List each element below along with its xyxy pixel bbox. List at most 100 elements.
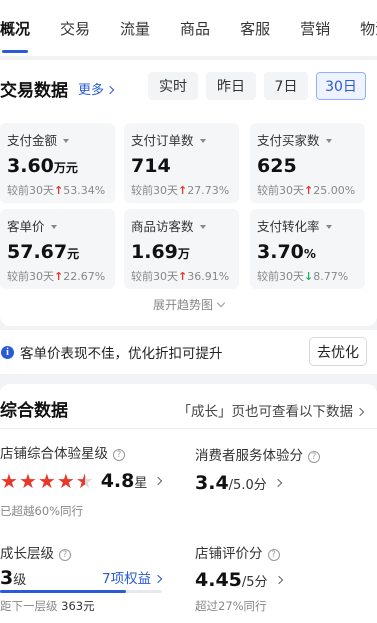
growth-progress-bar <box>0 590 162 593</box>
store-review-label: 店铺评价分? <box>195 542 280 562</box>
tab-logistics[interactable]: 物流 <box>360 16 377 41</box>
metric-compare: 较前30天↑53.34% <box>7 184 106 197</box>
metric-avg-order-price[interactable]: 客单价 57.67元 较前30天↑22.67% <box>0 209 115 289</box>
expand-label: 展开趋势图 <box>152 298 213 312</box>
arrow-up-icon: ↑ <box>178 184 188 197</box>
star-icon: ★ <box>37 469 56 493</box>
metric-compare: 较前30天↑25.00% <box>257 184 356 197</box>
growth-level-note: 距下一层级 363元 <box>0 599 95 613</box>
composite-header: 综合数据 「成长」页也可查看以下数据 <box>0 394 377 422</box>
store-rating-note: 已超越60%同行 <box>0 504 84 518</box>
service-score-cell[interactable]: 消费者服务体验分? <box>195 444 320 464</box>
store-review-cell[interactable]: 店铺评价分? <box>195 542 280 562</box>
optimize-button[interactable]: 去优化 <box>309 337 367 366</box>
caret-down-icon <box>199 225 206 229</box>
arrow-up-icon: ↑ <box>54 270 64 283</box>
time-range-selector: 实时 昨日 7日 30日 <box>148 72 366 100</box>
arrow-down-icon: ↓ <box>304 270 314 283</box>
caret-down-icon <box>325 225 332 229</box>
growth-page-link-label: 「成长」页也可查看以下数据 <box>177 404 354 420</box>
metric-label: 支付买家数 <box>257 130 358 149</box>
range-yesterday-button[interactable]: 昨日 <box>206 72 256 100</box>
metric-order-count[interactable]: 支付订单数 714 较前30天↑27.73% <box>124 123 239 203</box>
chevron-down-icon <box>216 298 226 308</box>
caret-down-icon <box>50 225 57 229</box>
help-icon[interactable]: ? <box>59 549 71 561</box>
metric-conversion-rate[interactable]: 支付转化率 3.70% 较前30天↓8.77% <box>250 209 365 289</box>
metric-compare: 较前30天↑36.91% <box>131 270 230 283</box>
help-icon[interactable]: ? <box>267 549 280 561</box>
store-rating-label: 店铺综合体验星级? <box>0 442 125 462</box>
caret-down-icon <box>199 139 206 143</box>
service-score-value: 3.4/5.0分 <box>195 472 282 494</box>
tab-service[interactable]: 客服 <box>240 16 270 41</box>
growth-page-link[interactable]: 「成长」页也可查看以下数据 <box>177 400 365 420</box>
metric-value: 3.70% <box>257 241 316 263</box>
metric-buyer-count[interactable]: 支付买家数 625 较前30天↑25.00% <box>250 123 365 203</box>
growth-level-cell[interactable]: 成长层级? <box>0 542 71 562</box>
chevron-right-icon <box>273 478 282 488</box>
tab-trade[interactable]: 交易 <box>60 16 90 41</box>
trade-title: 交易数据 <box>0 80 68 101</box>
composite-data-card: 综合数据 「成长」页也可查看以下数据 店铺综合体验星级? ★ ★ ★ ★ ★ 4.8 星 … <box>0 384 377 623</box>
star-icon: ★ <box>0 469 18 493</box>
metric-value: 57.67元 <box>7 241 80 263</box>
metric-label: 商品访客数 <box>131 216 232 235</box>
tab-goods[interactable]: 商品 <box>180 16 210 41</box>
store-rating-cell[interactable]: 店铺综合体验星级? <box>0 442 125 462</box>
growth-progress-fill <box>0 590 127 593</box>
store-review-value-row: 4.45/5分 <box>195 569 283 591</box>
tip-bar: i 客单价表现不佳，优化折扣可提升 去优化 <box>0 330 377 374</box>
service-score-value-row: 3.4/5.0分 <box>195 472 282 494</box>
caret-down-icon <box>325 139 332 143</box>
expand-trend-chart[interactable]: 展开趋势图 <box>0 296 377 313</box>
tab-marketing[interactable]: 营销 <box>300 16 330 41</box>
metric-label: 支付金额 <box>7 130 108 149</box>
growth-level-value-row: 3级 <box>0 567 26 589</box>
help-icon[interactable]: ? <box>308 451 320 463</box>
store-rating-value-row: ★ ★ ★ ★ ★ 4.8 星 <box>0 470 163 492</box>
metric-product-visitors[interactable]: 商品访客数 1.69万 较前30天↑36.91% <box>124 209 239 289</box>
metric-label: 客单价 <box>7 216 108 235</box>
range-30d-button[interactable]: 30日 <box>316 72 366 100</box>
metric-pay-amount[interactable]: 支付金额 3.60万元 较前30天↑53.34% <box>0 123 115 203</box>
more-link-label: 更多 <box>78 82 105 98</box>
star-icon: ★ <box>56 469 75 493</box>
store-rating-score: 4.8 星 <box>101 470 163 492</box>
chevron-right-icon <box>274 575 283 585</box>
caret-down-icon <box>63 139 70 143</box>
benefits-link[interactable]: 7项权益 <box>102 567 163 587</box>
growth-level-value: 3级 <box>0 567 27 589</box>
service-score-label: 消费者服务体验分? <box>195 444 320 464</box>
tab-traffic[interactable]: 流量 <box>120 16 150 41</box>
tip-text: 客单价表现不佳，优化折扣可提升 <box>20 346 223 362</box>
arrow-up-icon: ↑ <box>178 270 188 283</box>
more-link[interactable]: 更多 <box>78 79 115 98</box>
tab-overview[interactable]: 概况 <box>0 16 30 53</box>
chevron-right-icon <box>154 476 163 486</box>
metric-compare: 较前30天↑22.67% <box>7 270 106 283</box>
metric-value: 1.69万 <box>131 241 190 263</box>
range-realtime-button[interactable]: 实时 <box>148 72 198 100</box>
top-nav-tabs: 概况 交易 流量 商品 客服 营销 物流 <box>0 0 377 56</box>
arrow-up-icon: ↑ <box>54 184 64 197</box>
metric-compare: 较前30天↑27.73% <box>131 184 230 197</box>
chevron-right-icon <box>355 407 365 417</box>
store-review-value: 4.45/5分 <box>195 569 283 591</box>
metric-value: 714 <box>131 155 171 177</box>
range-7d-button[interactable]: 7日 <box>264 72 308 100</box>
arrow-up-icon: ↑ <box>304 184 314 197</box>
star-icon: ★ <box>18 469 37 493</box>
metric-value: 625 <box>257 155 297 177</box>
star-icon: ★ <box>75 469 94 493</box>
info-icon: i <box>1 345 14 359</box>
store-review-note: 超过27%同行 <box>195 599 267 613</box>
metric-value: 3.60万元 <box>7 155 78 177</box>
trade-header: 交易数据 更多 实时 昨日 7日 30日 <box>0 72 377 104</box>
metric-label: 支付转化率 <box>257 216 358 235</box>
help-icon[interactable]: ? <box>113 449 125 461</box>
star-rating: ★ ★ ★ ★ ★ <box>0 471 95 491</box>
chevron-right-icon <box>105 85 115 94</box>
metric-label: 支付订单数 <box>131 130 232 149</box>
divider <box>0 428 377 429</box>
